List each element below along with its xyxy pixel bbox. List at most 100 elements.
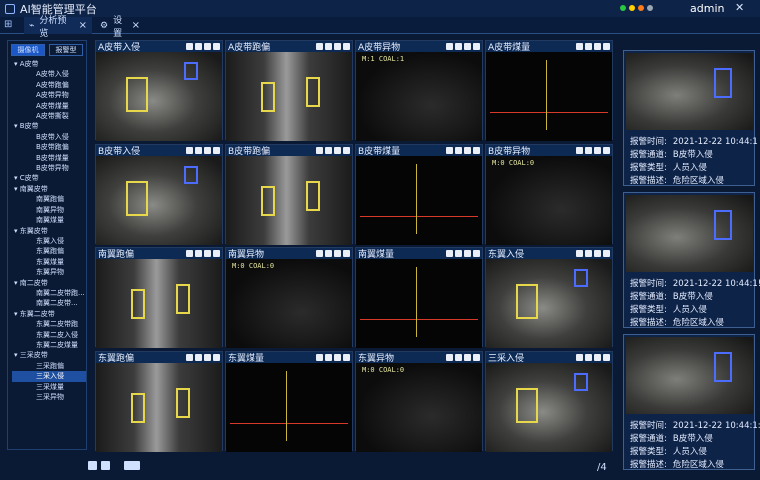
tree-item[interactable]: A皮带入侵 [12, 69, 86, 79]
record-icon[interactable] [464, 43, 471, 50]
tree-item[interactable]: 东翼二皮入侵 [12, 330, 86, 340]
snapshot-icon[interactable] [195, 146, 202, 154]
tree-item[interactable]: ▾ C皮带 [12, 173, 86, 183]
tree-item[interactable]: ▾ 东翼二皮带 [12, 309, 86, 319]
close-icon[interactable] [213, 146, 220, 154]
tree-item[interactable]: ▾ 南翼皮带 [12, 184, 86, 194]
expand-icon[interactable] [316, 146, 323, 154]
close-icon[interactable] [603, 250, 610, 257]
tree-item[interactable]: ▾ 东翼皮带 [12, 226, 86, 236]
record-icon[interactable] [594, 146, 601, 154]
snapshot-icon[interactable] [455, 43, 462, 50]
close-icon[interactable] [213, 250, 220, 257]
tree-item[interactable]: 三采异物 [12, 392, 86, 402]
tree-item[interactable]: A皮带撕裂 [12, 111, 86, 121]
tree-item[interactable]: 南翼煤量 [12, 215, 86, 225]
camera-cell[interactable]: 南翼跑偏 [95, 247, 223, 348]
close-icon[interactable] [343, 43, 350, 50]
username[interactable]: admin [690, 2, 724, 15]
record-icon[interactable] [594, 43, 601, 50]
expand-icon[interactable] [446, 146, 453, 154]
camera-cell[interactable]: 东翼煤量 [225, 350, 353, 452]
camera-cell[interactable]: B皮带异物 M:0 COAL:0 [485, 143, 613, 245]
tree-item[interactable]: ▾ 南二皮带 [12, 278, 86, 288]
record-icon[interactable] [464, 353, 471, 361]
record-icon[interactable] [594, 250, 601, 257]
expand-icon[interactable] [186, 146, 193, 154]
tree-item[interactable]: B皮带跑偏 [12, 142, 86, 152]
tree-item[interactable]: 南翼跑偏 [12, 194, 86, 204]
tree-item[interactable]: 南翼异物 [12, 205, 86, 215]
snapshot-icon[interactable] [195, 353, 202, 361]
close-icon[interactable] [603, 146, 610, 154]
close-icon[interactable] [473, 250, 480, 257]
tree-item[interactable]: ▾ B皮带 [12, 121, 86, 131]
snapshot-icon[interactable] [325, 146, 332, 154]
camera-cell[interactable]: 东翼入侵 [485, 247, 613, 348]
tree-item[interactable]: ▾ A皮带 [12, 59, 86, 69]
snapshot-icon[interactable] [325, 250, 332, 257]
close-icon[interactable] [473, 43, 480, 50]
expand-icon[interactable] [576, 146, 583, 154]
tree-item[interactable]: B皮带异物 [12, 163, 86, 173]
camera-cell[interactable]: 东翼异物 M:0 COAL:0 [355, 350, 483, 452]
tab-analysis-preview[interactable]: ⌁ 分析预览 × [24, 16, 92, 39]
camera-cell[interactable]: 东翼跑偏 [95, 350, 223, 452]
snapshot-icon[interactable] [585, 250, 592, 257]
close-icon[interactable] [213, 353, 220, 361]
tree-item[interactable]: 三采入侵 [12, 371, 86, 382]
expand-icon[interactable] [186, 353, 193, 361]
record-icon[interactable] [204, 250, 211, 257]
camera-cell[interactable]: 南翼煤量 [355, 247, 483, 348]
snapshot-icon[interactable] [455, 250, 462, 257]
snapshot-icon[interactable] [195, 250, 202, 257]
sidebar-tab-camera[interactable]: 摄像机 [11, 44, 45, 56]
tree-item[interactable]: 东翼异物 [12, 267, 86, 277]
layout-1-icon[interactable] [88, 461, 97, 470]
close-icon[interactable] [343, 353, 350, 361]
close-icon[interactable] [343, 250, 350, 257]
tree-item[interactable]: 东翼跑偏 [12, 246, 86, 256]
snapshot-icon[interactable] [585, 43, 592, 50]
snapshot-icon[interactable] [455, 353, 462, 361]
expand-icon[interactable] [316, 43, 323, 50]
tree-item[interactable]: A皮带跑偏 [12, 80, 86, 90]
camera-cell[interactable]: A皮带跑偏 [225, 40, 353, 141]
expand-icon[interactable] [446, 353, 453, 361]
camera-cell[interactable]: A皮带入侵 [95, 40, 223, 141]
tree-item[interactable]: ▾ 三采皮带 [12, 350, 86, 360]
expand-icon[interactable] [186, 250, 193, 257]
snapshot-icon[interactable] [325, 353, 332, 361]
record-icon[interactable] [204, 353, 211, 361]
grid-menu-icon[interactable]: ⊞ [4, 19, 12, 30]
expand-icon[interactable] [576, 250, 583, 257]
camera-cell[interactable]: A皮带煤量 [485, 40, 613, 141]
expand-icon[interactable] [576, 353, 583, 361]
record-icon[interactable] [464, 146, 471, 154]
camera-cell[interactable]: 南翼异物 M:0 COAL:0 [225, 247, 353, 348]
tree-item[interactable]: 东翼二皮煤量 [12, 340, 86, 350]
tree-item[interactable]: 三采跑偏 [12, 361, 86, 371]
alarm-card[interactable]: 报警时间: 2021-12-22 10:44:1: 报警通道: B皮带入侵 报警类型: 人… [623, 334, 760, 470]
tree-item[interactable]: B皮带入侵 [12, 132, 86, 142]
close-icon[interactable] [343, 146, 350, 154]
tree-item[interactable]: 南翼二皮带... [12, 298, 86, 308]
record-icon[interactable] [334, 43, 341, 50]
record-icon[interactable] [334, 250, 341, 257]
close-icon[interactable] [473, 146, 480, 154]
tree-item[interactable]: A皮带煤量 [12, 101, 86, 111]
layout-16-icon[interactable] [124, 461, 140, 470]
camera-cell[interactable]: B皮带跑偏 [225, 143, 353, 245]
close-icon[interactable] [473, 353, 480, 361]
tree-item[interactable]: A皮带异物 [12, 90, 86, 100]
snapshot-icon[interactable] [585, 353, 592, 361]
expand-icon[interactable] [446, 250, 453, 257]
record-icon[interactable] [204, 43, 211, 50]
snapshot-icon[interactable] [455, 146, 462, 154]
tree-item[interactable]: 东翼二皮带跑 [12, 319, 86, 329]
close-icon[interactable]: × [79, 20, 87, 31]
tree-item[interactable]: 三采煤量 [12, 382, 86, 392]
layout-4-icon[interactable] [101, 461, 110, 470]
tab-settings[interactable]: ⚙ 设置 × [95, 16, 145, 39]
camera-cell[interactable]: B皮带煤量 [355, 143, 483, 245]
